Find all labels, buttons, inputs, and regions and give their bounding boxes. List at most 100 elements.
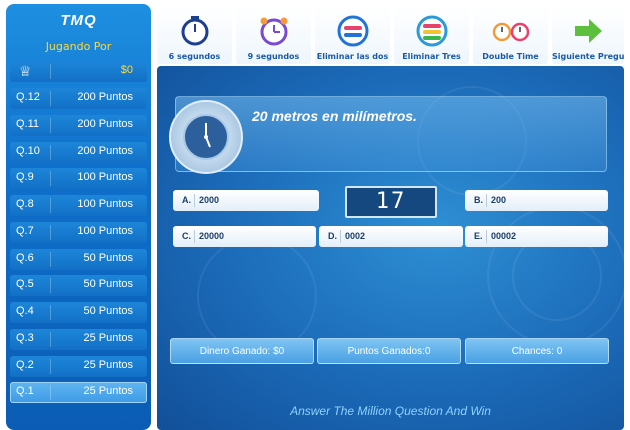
- level-label: Q.3: [16, 332, 34, 344]
- level-points: 50 Puntos: [83, 252, 133, 264]
- level-points: 200 Puntos: [77, 145, 133, 157]
- answer-divider: [340, 230, 341, 243]
- three-bars-icon: [416, 15, 447, 47]
- level-points: 25 Puntos: [83, 385, 133, 397]
- playing-for-label: Jugando Por: [45, 40, 112, 53]
- lifeline-6-seconds-button[interactable]: 6 segundos: [157, 6, 232, 64]
- level-row-q10: Q.10 200 Puntos: [10, 142, 147, 163]
- row-divider: [50, 225, 51, 240]
- double-clock-icon: [492, 22, 529, 42]
- top-prize-value: $0: [120, 64, 133, 76]
- answer-value: 00002: [491, 231, 517, 241]
- money-earned-panel: Dinero Ganado: $0: [170, 338, 314, 364]
- row-divider: [50, 145, 51, 160]
- lifeline-label: Eliminar las dos: [316, 52, 389, 61]
- level-label: Q.9: [16, 171, 34, 183]
- row-divider: [50, 332, 51, 347]
- chances-panel: Chances: 0: [465, 338, 609, 364]
- points-earned-panel: Puntos Ganados:0: [317, 338, 461, 364]
- clock-hands-icon: [204, 123, 211, 148]
- row-divider: [50, 118, 51, 133]
- clock-face: [183, 114, 229, 160]
- eliminate-two-button[interactable]: Eliminar las dos: [315, 6, 390, 64]
- answer-value: 2000: [199, 195, 220, 205]
- eliminate-three-button[interactable]: Eliminar Tres: [394, 6, 469, 64]
- lifeline-label: 9 segundos: [247, 52, 300, 61]
- alarm-clock-icon: [260, 17, 287, 46]
- level-label: Q.4: [16, 305, 34, 317]
- row-divider: [50, 64, 51, 79]
- level-label: Q.7: [16, 225, 34, 237]
- level-row-q6: Q.6 50 Puntos: [10, 249, 147, 270]
- level-row-q5: Q.5 50 Puntos: [10, 275, 147, 296]
- level-row-q11: Q.11 200 Puntos: [10, 115, 147, 136]
- row-divider: [50, 278, 51, 293]
- level-points: 50 Puntos: [83, 278, 133, 290]
- answer-divider: [194, 230, 195, 243]
- lifeline-label: Eliminar Tres: [402, 52, 461, 61]
- answer-key: B.: [474, 195, 483, 205]
- row-divider: [50, 385, 51, 400]
- level-points: 25 Puntos: [83, 332, 133, 344]
- level-row-q4: Q.4 50 Puntos: [10, 302, 147, 323]
- answer-d-button[interactable]: D. 0002: [319, 226, 463, 247]
- level-label: Q.12: [16, 91, 40, 103]
- row-divider: [50, 252, 51, 267]
- answer-key: D.: [328, 231, 337, 241]
- crown-icon: ♕: [19, 63, 32, 79]
- clock-icon: [169, 100, 243, 174]
- footer-slogan: Answer The Million Question And Win: [290, 404, 491, 418]
- lifeline-label: Double Time: [482, 52, 539, 61]
- level-row-q7: Q.7 100 Puntos: [10, 222, 147, 243]
- answer-b-button[interactable]: B. 200: [465, 190, 608, 211]
- answer-value: 0002: [345, 231, 366, 241]
- level-row-q2: Q.2 25 Puntos: [10, 356, 147, 377]
- level-row-q9: Q.9 100 Puntos: [10, 168, 147, 189]
- answer-divider: [486, 194, 487, 207]
- question-text: 20 metros en milímetros.: [252, 108, 417, 124]
- lifeline-label: 6 segundos: [168, 52, 221, 61]
- level-label: Q.10: [16, 145, 40, 157]
- level-points: 100 Puntos: [77, 171, 133, 183]
- level-label: Q.11: [16, 118, 40, 130]
- answer-key: E.: [474, 231, 483, 241]
- level-label: Q.2: [16, 359, 34, 371]
- green-arrow-icon: [575, 19, 602, 43]
- countdown-timer: 17: [345, 186, 437, 218]
- level-label: Q.8: [16, 198, 34, 210]
- two-bars-icon: [337, 15, 368, 47]
- double-time-button[interactable]: Double Time: [473, 6, 548, 64]
- level-label: Q.6: [16, 252, 34, 264]
- level-points: 50 Puntos: [83, 305, 133, 317]
- row-divider: [50, 171, 51, 186]
- prize-ladder: TMQ Jugando Por ♕ $0 Q.12 200 Puntos Q.11…: [6, 4, 151, 430]
- level-points: 100 Puntos: [77, 225, 133, 237]
- top-prize-row: ♕ $0: [10, 61, 147, 82]
- lifeline-label: Siguiente Pregunta: [552, 52, 624, 61]
- level-points: 25 Puntos: [83, 359, 133, 371]
- answer-a-button[interactable]: A. 2000: [173, 190, 319, 211]
- row-divider: [50, 198, 51, 213]
- next-question-button[interactable]: Siguiente Pregunta: [552, 6, 624, 64]
- level-row-q3: Q.3 25 Puntos: [10, 329, 147, 350]
- answer-divider: [194, 194, 195, 207]
- level-points: 200 Puntos: [77, 91, 133, 103]
- lifeline-9-seconds-button[interactable]: 9 segundos: [236, 6, 311, 64]
- answer-c-button[interactable]: C. 20000: [173, 226, 316, 247]
- level-points: 100 Puntos: [77, 198, 133, 210]
- answer-key: A.: [182, 195, 191, 205]
- level-row-q8: Q.8 100 Puntos: [10, 195, 147, 216]
- row-divider: [50, 359, 51, 374]
- blue-clock-icon: [181, 16, 208, 46]
- sidebar-title: TMQ: [60, 12, 97, 29]
- level-label: Q.1: [16, 385, 34, 397]
- level-label: Q.5: [16, 278, 34, 290]
- level-row-q12: Q.12 200 Puntos: [10, 88, 147, 109]
- answer-value: 20000: [199, 231, 225, 241]
- row-divider: [50, 91, 51, 106]
- answer-value: 200: [491, 195, 507, 205]
- answer-e-button[interactable]: E. 00002: [465, 226, 608, 247]
- game-panel: 20 metros en milímetros. 17 A. 2000 B. 200…: [157, 66, 624, 430]
- answer-divider: [486, 230, 487, 243]
- answer-key: C.: [182, 231, 191, 241]
